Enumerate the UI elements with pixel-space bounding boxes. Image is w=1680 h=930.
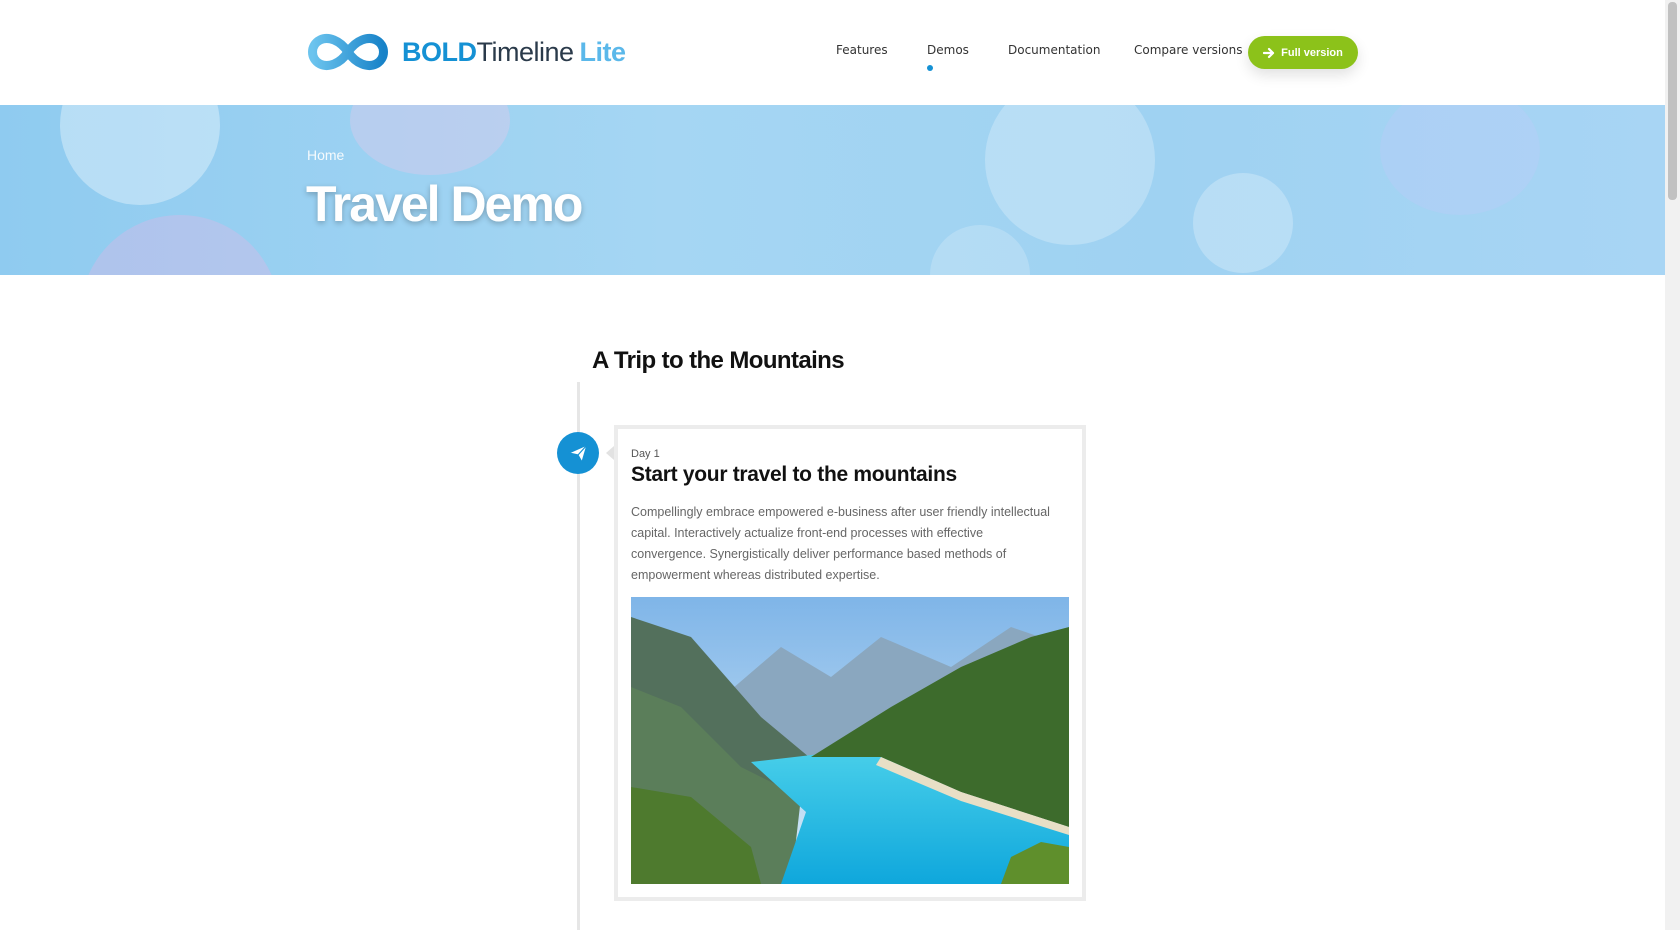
bokeh-decoration	[985, 105, 1155, 245]
infinity-logo-icon	[308, 34, 388, 70]
logo-text: BOLDTimeline Lite	[402, 37, 626, 68]
bokeh-decoration	[80, 215, 280, 275]
timeline-card: Day 1 Start your travel to the mountains…	[614, 425, 1086, 901]
paper-plane-icon	[568, 444, 588, 463]
logo-middle: Timeline	[476, 36, 575, 67]
active-nav-indicator	[927, 65, 933, 71]
breadcrumb-home[interactable]: Home	[307, 147, 344, 163]
timeline-day: Day 1	[631, 448, 660, 460]
page-title: Travel Demo	[306, 176, 583, 232]
logo-lite: Lite	[579, 36, 627, 67]
nav-item-compare-versions[interactable]: Compare versions	[1134, 43, 1242, 57]
timeline-title: A Trip to the Mountains	[592, 347, 845, 374]
full-version-label: Full version	[1281, 46, 1343, 59]
bokeh-decoration	[350, 105, 510, 175]
bokeh-decoration	[930, 225, 1030, 275]
mountain-lake-image	[631, 597, 1069, 884]
timeline-marker	[557, 432, 599, 474]
full-version-button[interactable]: Full version	[1248, 36, 1358, 69]
bokeh-decoration	[60, 105, 220, 205]
site-header: BOLDTimeline Lite Features Demos Document…	[0, 0, 1665, 105]
card-pointer	[606, 446, 614, 460]
timeline-item-text: Compellingly embrace empowered e-busines…	[631, 505, 1050, 582]
hero-banner: Home Travel Demo	[0, 105, 1665, 275]
timeline-item-title: Start your travel to the mountains	[631, 463, 957, 486]
bokeh-decoration	[1380, 105, 1540, 215]
arrow-right-icon	[1263, 47, 1275, 58]
page-scrollbar[interactable]	[1665, 0, 1680, 930]
bokeh-decoration	[1193, 173, 1293, 273]
logo[interactable]: BOLDTimeline Lite	[306, 28, 626, 76]
nav-item-features[interactable]: Features	[836, 43, 888, 57]
nav-item-documentation[interactable]: Documentation	[1008, 43, 1101, 57]
scrollbar-thumb[interactable]	[1668, 2, 1677, 200]
nav-item-demos[interactable]: Demos	[927, 43, 969, 57]
logo-bold: BOLD	[402, 36, 477, 67]
